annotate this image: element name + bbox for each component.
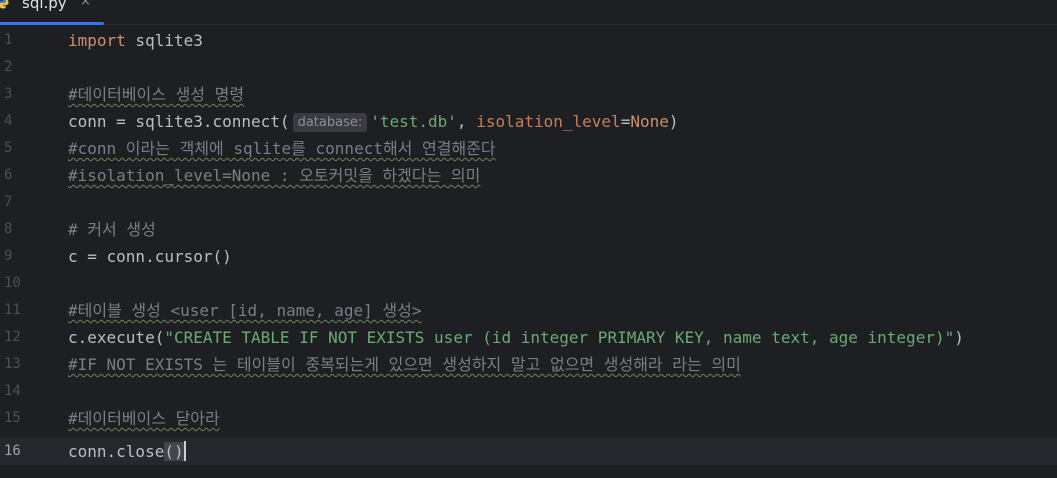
code-line[interactable]: 4 conn = sqlite3.connect(database:'test.…	[0, 108, 1057, 135]
code-text[interactable]: import sqlite3	[68, 27, 203, 54]
close-paren: )	[954, 328, 964, 347]
line-number: 2	[4, 59, 13, 75]
equals: =	[620, 112, 631, 131]
tab-sql-py[interactable]: sql.py ×	[0, 0, 104, 25]
keyword-import: import	[68, 31, 126, 50]
comment[interactable]: #테이블 생성 <user [id, name, age] 생성>	[68, 297, 422, 324]
code-line[interactable]: 14	[0, 378, 1057, 405]
code-line[interactable]: 10	[0, 270, 1057, 297]
comment[interactable]: # 커서 생성	[68, 216, 156, 243]
comment[interactable]: #IF NOT EXISTS 는 테이블이 중복되는게 있으면 생성하지 말고 …	[68, 351, 741, 378]
line-number: 12	[4, 329, 21, 345]
code-line[interactable]: 2	[0, 54, 1057, 81]
current-code-line[interactable]: 16 conn.close()	[0, 438, 1057, 465]
code-line[interactable]: 12 c.execute("CREATE TABLE IF NOT EXISTS…	[0, 324, 1057, 351]
code-text[interactable]: conn = sqlite3.connect(database:'test.db…	[68, 108, 679, 135]
line-number: 1	[4, 32, 13, 48]
code-text[interactable]: conn.close()	[68, 438, 186, 465]
code-line[interactable]: 7	[0, 189, 1057, 216]
matched-close-paren: )	[173, 442, 184, 461]
code-line[interactable]: 11 #테이블 생성 <user [id, name, age] 생성>	[0, 297, 1057, 324]
comment[interactable]: #isolation_level=None : 오토커밋을 하겠다는 의미	[68, 162, 480, 189]
code-line[interactable]: 8 # 커서 생성	[0, 216, 1057, 243]
line-number: 5	[4, 140, 13, 156]
code-text[interactable]: c = conn.cursor()	[68, 243, 232, 270]
line-number: 13	[4, 356, 21, 372]
code-line[interactable]: 13 #IF NOT EXISTS 는 테이블이 중복되는게 있으면 생성하지 …	[0, 351, 1057, 378]
comma: ,	[456, 112, 477, 131]
sql-string: "CREATE TABLE IF NOT EXISTS user (id int…	[164, 328, 955, 347]
python-file-icon	[0, 0, 9, 9]
code-editor[interactable]: 1 import sqlite3 2 3 #데이터베이스 생성 명령 4 con…	[0, 25, 1057, 478]
line-number: 16	[4, 443, 21, 459]
matched-open-paren: (	[164, 442, 174, 461]
comment[interactable]: #데이터베이스 생성 명령	[68, 81, 244, 108]
close-paren: )	[668, 112, 679, 131]
line-number: 10	[4, 275, 21, 291]
code-text[interactable]: c.execute("CREATE TABLE IF NOT EXISTS us…	[68, 324, 964, 351]
editor-tab-bar: sql.py ×	[0, 0, 1057, 25]
code-line[interactable]: 15 #데이터베이스 닫아라	[0, 405, 1057, 432]
code-line[interactable]: 9 c = conn.cursor()	[0, 243, 1057, 270]
line-number: 14	[4, 383, 21, 399]
close-tab-icon[interactable]: ×	[80, 0, 91, 9]
connect-call: conn = sqlite3.connect(	[68, 112, 290, 131]
code-line[interactable]: 6 #isolation_level=None : 오토커밋을 하겠다는 의미	[0, 162, 1057, 189]
line-number: 3	[4, 86, 13, 102]
execute-call: c.execute(	[68, 328, 165, 347]
parameter-hint: database:	[292, 113, 368, 132]
line-number: 15	[4, 410, 21, 426]
code-line[interactable]: 1 import sqlite3	[0, 27, 1057, 54]
comment[interactable]: #데이터베이스 닫아라	[68, 405, 220, 432]
text-caret	[183, 441, 186, 461]
line-number: 9	[4, 248, 13, 264]
close-call: conn.close	[68, 442, 165, 461]
line-number: 8	[4, 221, 13, 237]
module-name: sqlite3	[125, 31, 203, 50]
line-number: 6	[4, 167, 13, 183]
line-number: 7	[4, 194, 13, 210]
string-literal: 'test.db'	[370, 112, 457, 131]
code-line[interactable]: 3 #데이터베이스 생성 명령	[0, 81, 1057, 108]
keyword-argument: isolation_level	[476, 112, 621, 131]
none-keyword: None	[630, 112, 669, 131]
code-line[interactable]: 5 #conn 이라는 객체에 sqlite를 connect해서 연결해준다	[0, 135, 1057, 162]
line-number: 4	[4, 113, 13, 129]
line-number: 11	[4, 302, 21, 318]
tab-filename: sql.py	[22, 0, 67, 12]
comment[interactable]: #conn 이라는 객체에 sqlite를 connect해서 연결해준다	[68, 135, 496, 162]
